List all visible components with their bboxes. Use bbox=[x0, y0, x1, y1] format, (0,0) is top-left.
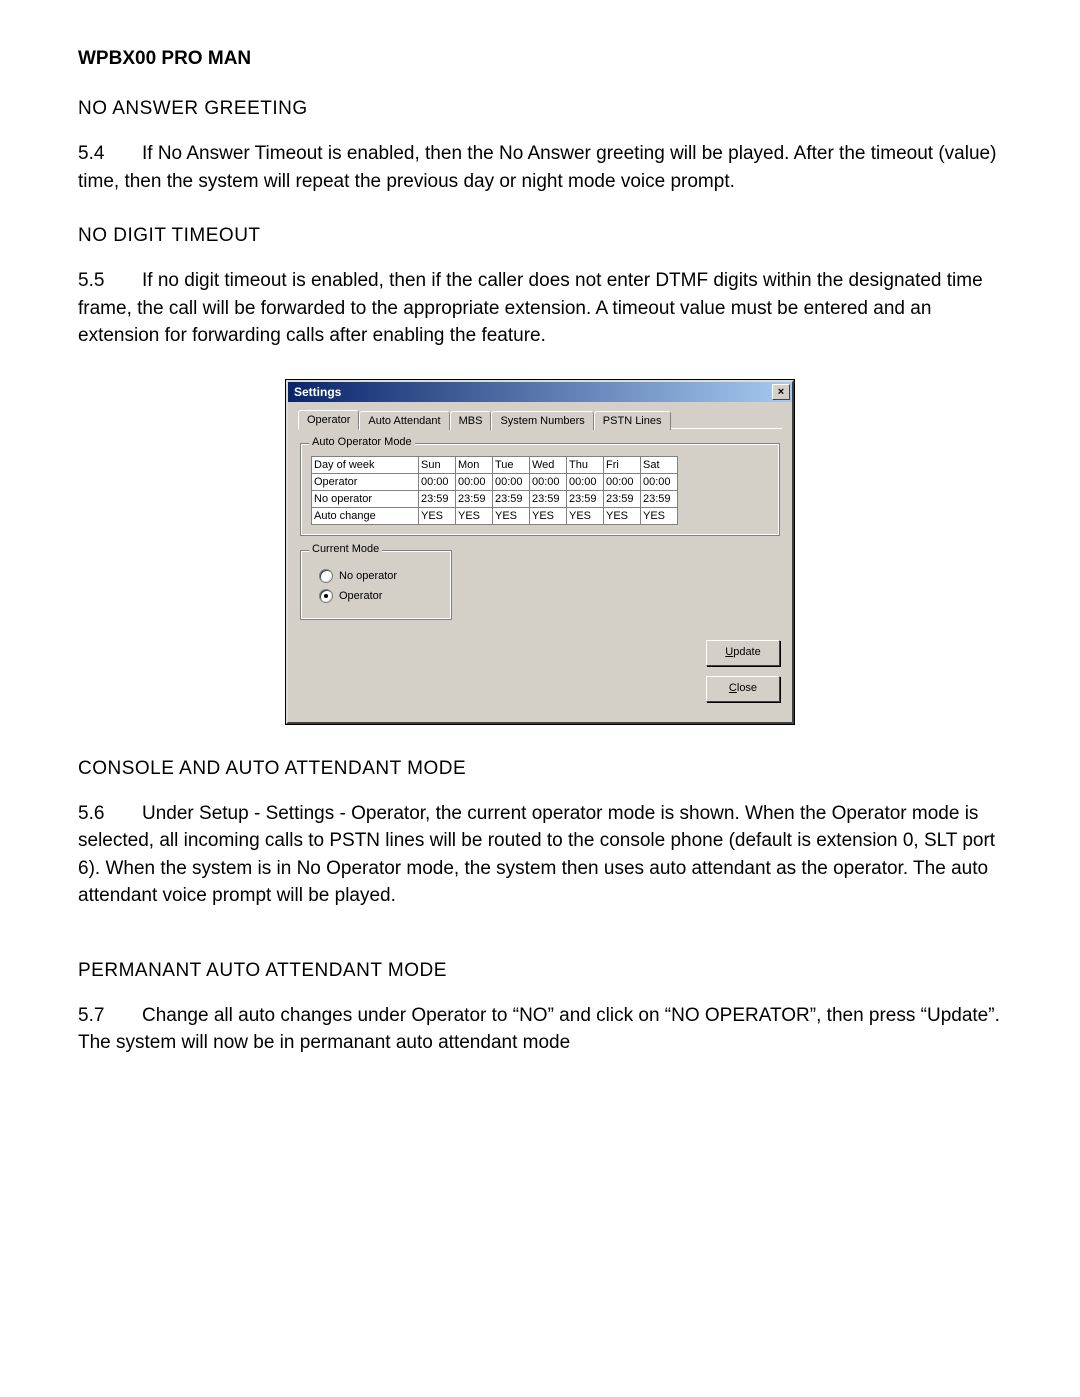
close-button[interactable]: Close bbox=[706, 676, 780, 702]
cell[interactable]: 23:59 bbox=[641, 490, 678, 507]
radio-label: Operator bbox=[339, 590, 382, 602]
header-cell: Fri bbox=[604, 456, 641, 473]
cell[interactable]: 00:00 bbox=[641, 473, 678, 490]
header-cell: Sun bbox=[419, 456, 456, 473]
close-icon[interactable]: × bbox=[772, 384, 790, 400]
paragraph-0: 5.4If No Answer Timeout is enabled, then… bbox=[78, 140, 1002, 195]
para-text-0: If No Answer Timeout is enabled, then th… bbox=[78, 143, 996, 192]
para-text-2: Under Setup - Settings - Operator, the c… bbox=[78, 803, 995, 907]
cell[interactable]: YES bbox=[567, 507, 604, 524]
section-heading-0: NO ANSWER GREETING bbox=[78, 98, 1002, 120]
cell[interactable]: 23:59 bbox=[493, 490, 530, 507]
radio-operator[interactable]: Operator bbox=[319, 589, 441, 603]
cell[interactable]: 23:59 bbox=[567, 490, 604, 507]
row-label: No operator bbox=[312, 490, 419, 507]
cell[interactable]: 23:59 bbox=[530, 490, 567, 507]
row-label: Auto change bbox=[312, 507, 419, 524]
cell[interactable]: 23:59 bbox=[456, 490, 493, 507]
cell[interactable]: YES bbox=[493, 507, 530, 524]
cell[interactable]: YES bbox=[641, 507, 678, 524]
titlebar-text: Settings bbox=[294, 385, 341, 399]
cell[interactable]: 00:00 bbox=[493, 473, 530, 490]
cell[interactable]: YES bbox=[604, 507, 641, 524]
cell[interactable]: YES bbox=[419, 507, 456, 524]
radio-icon bbox=[319, 569, 333, 583]
tab-system-numbers[interactable]: System Numbers bbox=[491, 411, 593, 430]
section-heading-1: NO DIGIT TIMEOUT bbox=[78, 225, 1002, 247]
radio-label: No operator bbox=[339, 570, 397, 582]
header-cell: Mon bbox=[456, 456, 493, 473]
section-heading-3: PERMANANT AUTO ATTENDANT MODE bbox=[78, 960, 1002, 982]
tab-strip: Operator Auto Attendant MBS System Numbe… bbox=[298, 410, 782, 429]
tab-operator[interactable]: Operator bbox=[298, 410, 359, 430]
cell[interactable]: 23:59 bbox=[604, 490, 641, 507]
schedule-table: Day of week Sun Mon Tue Wed Thu Fri Sat … bbox=[311, 456, 678, 525]
update-button[interactable]: Update bbox=[706, 640, 780, 666]
cell[interactable]: 00:00 bbox=[567, 473, 604, 490]
header-cell: Wed bbox=[530, 456, 567, 473]
paragraph-1: 5.5If no digit timeout is enabled, then … bbox=[78, 267, 1002, 350]
table-row: Operator 00:00 00:00 00:00 00:00 00:00 0… bbox=[312, 473, 678, 490]
cell[interactable]: YES bbox=[530, 507, 567, 524]
cell[interactable]: 00:00 bbox=[456, 473, 493, 490]
cell[interactable]: 23:59 bbox=[419, 490, 456, 507]
cell[interactable]: YES bbox=[456, 507, 493, 524]
table-row: Day of week Sun Mon Tue Wed Thu Fri Sat bbox=[312, 456, 678, 473]
header-cell: Tue bbox=[493, 456, 530, 473]
tab-mbs[interactable]: MBS bbox=[450, 411, 492, 430]
group-label-2: Current Mode bbox=[309, 543, 382, 555]
group-label-1: Auto Operator Mode bbox=[309, 436, 415, 448]
current-mode-group: Current Mode No operator Operator bbox=[300, 550, 452, 620]
row-label: Operator bbox=[312, 473, 419, 490]
radio-icon bbox=[319, 589, 333, 603]
cell[interactable]: 00:00 bbox=[530, 473, 567, 490]
settings-dialog: Settings × Operator Auto Attendant MBS S… bbox=[286, 380, 794, 724]
para-num-3: 5.7 bbox=[78, 1002, 142, 1030]
section-heading-2: CONSOLE AND AUTO ATTENDANT MODE bbox=[78, 758, 1002, 780]
header-cell: Day of week bbox=[312, 456, 419, 473]
para-text-1: If no digit timeout is enabled, then if … bbox=[78, 270, 983, 346]
para-num-2: 5.6 bbox=[78, 800, 142, 828]
tab-auto-attendant[interactable]: Auto Attendant bbox=[359, 411, 449, 430]
tab-pstn-lines[interactable]: PSTN Lines bbox=[594, 411, 671, 430]
para-text-3: Change all auto changes under Operator t… bbox=[78, 1005, 1000, 1054]
table-row: No operator 23:59 23:59 23:59 23:59 23:5… bbox=[312, 490, 678, 507]
cell[interactable]: 00:00 bbox=[419, 473, 456, 490]
paragraph-3: 5.7Change all auto changes under Operato… bbox=[78, 1002, 1002, 1057]
para-num-0: 5.4 bbox=[78, 140, 142, 168]
radio-no-operator[interactable]: No operator bbox=[319, 569, 441, 583]
auto-operator-mode-group: Auto Operator Mode Day of week Sun Mon T… bbox=[300, 443, 780, 536]
cell[interactable]: 00:00 bbox=[604, 473, 641, 490]
titlebar[interactable]: Settings × bbox=[288, 382, 792, 402]
para-num-1: 5.5 bbox=[78, 267, 142, 295]
doc-title: WPBX00 PRO MAN bbox=[78, 48, 1002, 70]
table-row: Auto change YES YES YES YES YES YES YES bbox=[312, 507, 678, 524]
header-cell: Thu bbox=[567, 456, 604, 473]
paragraph-2: 5.6Under Setup - Settings - Operator, th… bbox=[78, 800, 1002, 910]
header-cell: Sat bbox=[641, 456, 678, 473]
